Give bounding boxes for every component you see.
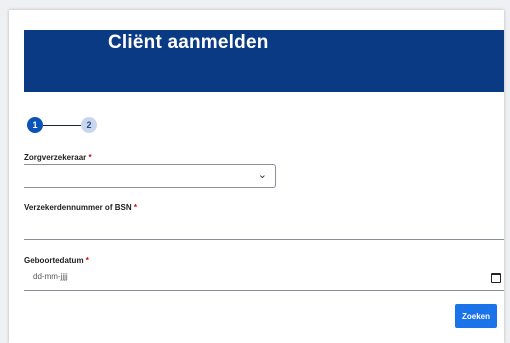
required-mark: * (85, 256, 89, 265)
page-title: Cliënt aanmelden (108, 32, 269, 53)
step-2[interactable]: 2 (81, 117, 97, 133)
required-mark: * (133, 203, 137, 212)
step-connector (43, 125, 81, 126)
search-button[interactable]: Zoeken (455, 304, 497, 328)
id-number-label-text: Verzekerdennummer of BSN (24, 203, 132, 212)
birthdate-placeholder: dd-mm-jjjj (33, 272, 68, 281)
insurer-select[interactable]: ⌄ (24, 164, 276, 188)
birthdate-input[interactable]: dd-mm-jjjj (24, 267, 504, 289)
page: Cliënt aanmelden 1 2 Zorgverzekeraar * ⌄… (9, 10, 504, 343)
id-number-input[interactable] (24, 239, 504, 240)
calendar-icon[interactable] (491, 273, 501, 283)
chevron-down-icon: ⌄ (257, 168, 267, 181)
birthdate-underline (24, 290, 504, 291)
insurer-label: Zorgverzekeraar * (24, 153, 92, 162)
required-mark: * (88, 153, 92, 162)
birthdate-label: Geboortedatum * (24, 256, 89, 265)
id-number-label: Verzekerdennummer of BSN * (24, 203, 137, 212)
stepper: 1 2 (24, 116, 104, 134)
birthdate-label-text: Geboortedatum (24, 256, 84, 265)
insurer-label-text: Zorgverzekeraar (24, 153, 87, 162)
step-1[interactable]: 1 (27, 117, 43, 133)
header-banner: Cliënt aanmelden (24, 30, 504, 92)
